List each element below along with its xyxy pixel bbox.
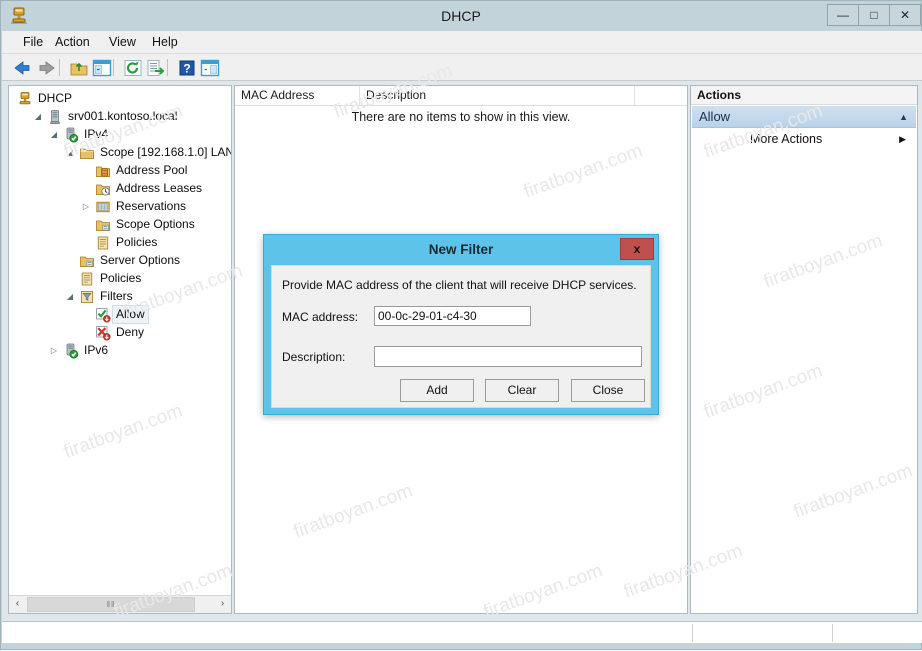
add-button[interactable]: Add xyxy=(400,379,474,402)
watermark-text: firatboyan.com xyxy=(60,100,186,163)
watermark-text: firatboyan.com xyxy=(110,560,236,623)
new-filter-dialog: New Filter x Provide MAC address of the … xyxy=(263,234,659,415)
watermark-text: firatboyan.com xyxy=(60,400,186,463)
dhcp-window: firatboyan.com firatboyan.com firatboyan.c… xyxy=(0,0,922,650)
dialog-close-button[interactable]: x xyxy=(620,238,654,260)
watermark-text: firatboyan.com xyxy=(790,460,916,523)
clear-button[interactable]: Clear xyxy=(485,379,559,402)
watermark-text: firatboyan.com xyxy=(760,230,886,293)
close-dialog-button[interactable]: Close xyxy=(571,379,645,402)
dialog-title: New Filter xyxy=(428,242,494,257)
watermark-text: firatboyan.com xyxy=(520,140,646,203)
mac-address-label: MAC address: xyxy=(282,310,359,324)
watermark-text: firatboyan.com xyxy=(480,560,606,623)
description-label: Description: xyxy=(282,350,346,364)
description-input[interactable] xyxy=(374,346,642,367)
dialog-description: Provide MAC address of the client that w… xyxy=(282,278,637,292)
dialog-body: Provide MAC address of the client that w… xyxy=(271,265,651,408)
mac-address-input[interactable]: 00-0c-29-01-c4-30 xyxy=(374,306,531,326)
